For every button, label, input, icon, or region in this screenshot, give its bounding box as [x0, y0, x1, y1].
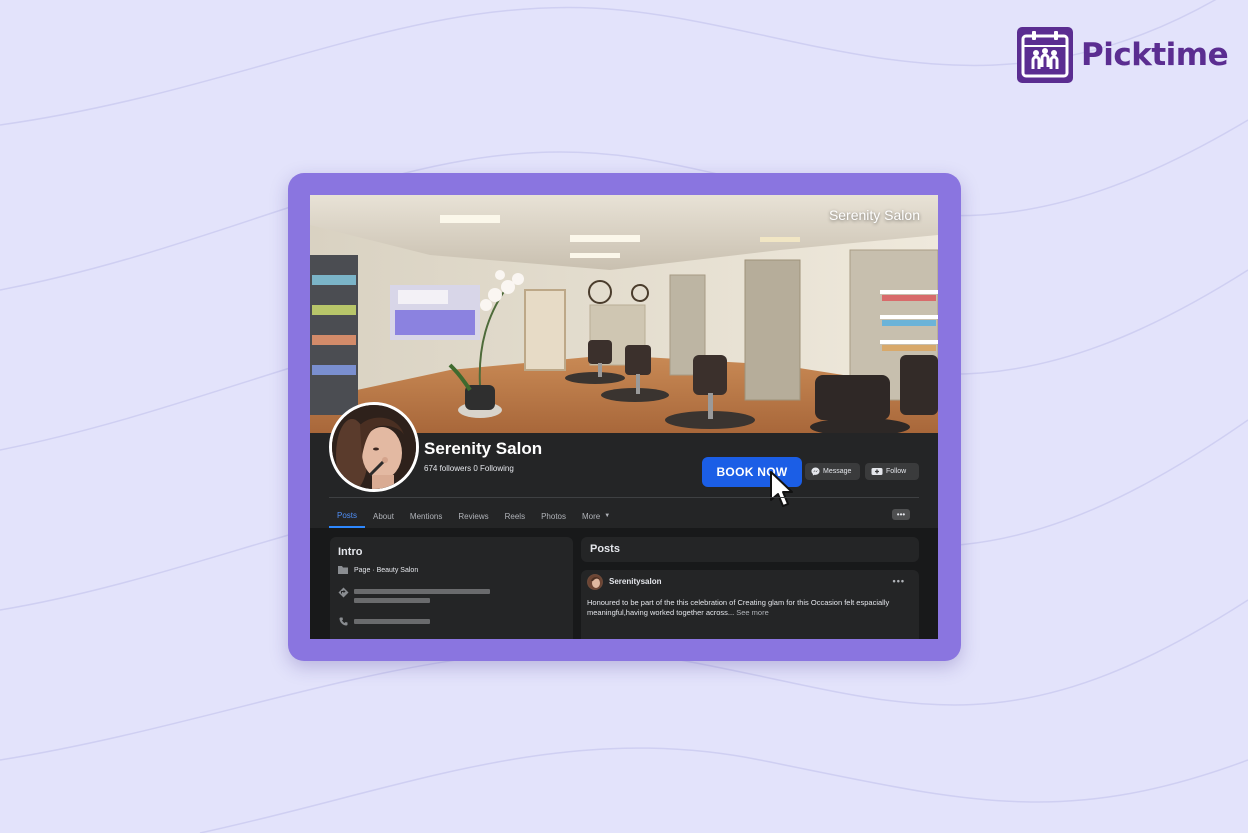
tab-mentions[interactable]: Mentions [402, 504, 450, 528]
facebook-page-screen: Serenity Salon Serenity Salon 674 follow… [310, 195, 938, 639]
woman-portrait-image [332, 405, 416, 489]
phone-icon [339, 617, 348, 626]
intro-category-row: Page · Beauty Salon [338, 566, 418, 574]
salon-interior-image [310, 195, 938, 433]
intro-category: Page · Beauty Salon [354, 566, 419, 574]
page-name: Serenity Salon [424, 439, 543, 458]
tab-more-label: More [581, 511, 601, 521]
follow-label: Follow [886, 468, 907, 475]
tab-posts[interactable]: Posts [329, 504, 366, 528]
post-options-button[interactable]: ••• [893, 576, 905, 586]
profile-avatar[interactable] [329, 402, 419, 492]
more-options-button[interactable]: ••• [892, 509, 910, 520]
author-portrait-image [588, 575, 602, 589]
phone-placeholder-bar [354, 619, 430, 624]
tab-reviews[interactable]: Reviews [450, 504, 496, 528]
cover-title: Serenity Salon [828, 207, 920, 223]
cover-photo[interactable]: Serenity Salon [310, 195, 938, 433]
post-card: Serenitysalon ••• Honoured to be part of… [581, 570, 919, 639]
tab-more[interactable]: More ▼ [574, 504, 618, 528]
intro-title: Intro [338, 546, 363, 558]
see-more-link[interactable]: See more [736, 608, 769, 617]
tab-photos[interactable]: Photos [533, 504, 574, 528]
message-label: Message [823, 468, 852, 475]
page-tabs: Posts About Mentions Reviews Reels Photo… [329, 504, 618, 528]
intro-card: Intro Page · Beauty Salon [330, 537, 573, 639]
tab-reels[interactable]: Reels [497, 504, 533, 528]
brand-name: Picktime [1081, 37, 1229, 73]
calendar-people-icon [1017, 27, 1073, 83]
follow-button[interactable]: Follow [865, 463, 919, 480]
picktime-logo: Picktime [1017, 27, 1229, 83]
tab-about[interactable]: About [365, 504, 402, 528]
address-placeholder-bar [354, 589, 490, 594]
profile-divider [329, 497, 919, 498]
posts-title: Posts [590, 543, 620, 555]
page-flag-icon [338, 566, 348, 574]
follow-icon [871, 468, 883, 475]
address-placeholder-bar [354, 598, 430, 603]
post-author-avatar[interactable] [587, 574, 603, 590]
post-text: Honoured to be part of the this celebrat… [587, 598, 912, 618]
follower-stats[interactable]: 674 followers 0 Following [424, 464, 514, 473]
post-author-name[interactable]: Serenitysalon [609, 577, 661, 586]
mouse-pointer-icon [770, 471, 793, 507]
messenger-icon [811, 467, 820, 476]
posts-header: Posts [581, 537, 919, 562]
directions-icon [338, 587, 349, 598]
caret-down-icon: ▼ [604, 513, 611, 519]
message-button[interactable]: Message [805, 463, 860, 480]
